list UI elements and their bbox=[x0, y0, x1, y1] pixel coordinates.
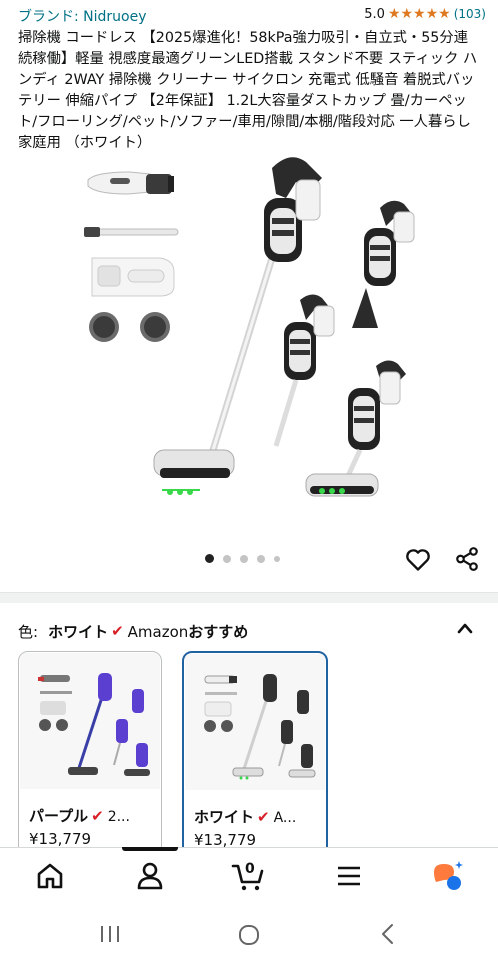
brand-link[interactable]: ブランド: Nidruoey bbox=[18, 6, 147, 26]
swatch-white-name: ホワイト ✔ A... bbox=[194, 806, 296, 827]
swatch-white-label: ホワイト bbox=[194, 808, 255, 826]
badge-suffix: おすすめ bbox=[188, 622, 249, 641]
swatch-purple-image bbox=[20, 653, 160, 789]
check-icon: ✔ bbox=[111, 622, 124, 640]
swatch-white[interactable]: ホワイト ✔ A... ¥13,779 bbox=[182, 651, 328, 865]
carousel-dots[interactable] bbox=[205, 554, 280, 563]
carousel-dot[interactable] bbox=[223, 554, 231, 563]
home-icon[interactable] bbox=[32, 858, 68, 894]
swatch-purple[interactable]: パープル ✔ 2... ¥13,779 bbox=[18, 651, 162, 863]
cart-count: 0 bbox=[245, 861, 255, 877]
product-title: 掃除機 コードレス 【2025爆進化！58kPa強力吸引・自立式・55分連続稼働… bbox=[18, 30, 478, 151]
carousel-dot[interactable] bbox=[257, 554, 265, 563]
swatch-white-meta: A... bbox=[273, 810, 297, 826]
back-icon[interactable] bbox=[378, 922, 398, 946]
nav-active-indicator bbox=[122, 847, 178, 851]
swatch-purple-label: パープル bbox=[29, 807, 89, 825]
brand-rating-row: ブランド: Nidruoey 5.0 ★★★★★ (103) bbox=[18, 6, 486, 26]
rating-stars: ★★★★★ bbox=[387, 6, 451, 22]
recent-apps-icon[interactable] bbox=[98, 923, 122, 945]
swatch-white-image bbox=[185, 654, 325, 790]
handheld-attachment-image bbox=[87, 171, 174, 195]
home-circle-icon[interactable] bbox=[237, 923, 261, 947]
product-image[interactable] bbox=[0, 150, 498, 545]
vacuum-variant-3-image bbox=[305, 360, 406, 497]
account-icon[interactable] bbox=[132, 858, 168, 894]
heart-icon[interactable] bbox=[404, 545, 432, 573]
cart-button[interactable]: 0 bbox=[230, 858, 266, 894]
section-divider bbox=[0, 592, 498, 603]
check-icon: ✔ bbox=[91, 807, 104, 825]
badge-prefix: Amazon bbox=[127, 622, 189, 641]
color-label: 色: bbox=[18, 622, 39, 641]
swatch-purple-price: ¥13,779 bbox=[29, 830, 92, 848]
selected-color: ホワイト bbox=[48, 622, 109, 641]
carousel-dot[interactable] bbox=[240, 554, 248, 563]
menu-icon[interactable] bbox=[331, 858, 367, 894]
vacuum-variant-1-image bbox=[352, 200, 415, 328]
chevron-up-icon[interactable] bbox=[456, 621, 474, 635]
swatch-purple-name: パープル ✔ 2... bbox=[29, 805, 130, 826]
rating-value: 5.0 bbox=[364, 6, 385, 22]
share-icon[interactable] bbox=[454, 545, 480, 573]
vacuum-variant-2-image bbox=[273, 294, 335, 447]
rating[interactable]: 5.0 ★★★★★ (103) bbox=[364, 6, 486, 22]
filters-image bbox=[89, 312, 170, 342]
color-selector-header[interactable]: 色: ホワイト ✔ Amazonおすすめ bbox=[18, 619, 476, 643]
amazon-recommend-badge: Amazonおすすめ bbox=[128, 621, 249, 642]
check-icon: ✔ bbox=[257, 808, 270, 826]
rufus-icon[interactable] bbox=[430, 858, 466, 894]
carousel-dot[interactable] bbox=[205, 554, 214, 563]
wall-mount-image bbox=[91, 257, 175, 297]
swatch-purple-meta: 2... bbox=[107, 809, 130, 825]
rating-count[interactable]: (103) bbox=[454, 7, 486, 21]
crevice-tool-image bbox=[84, 227, 179, 237]
carousel-dot[interactable] bbox=[274, 555, 280, 562]
